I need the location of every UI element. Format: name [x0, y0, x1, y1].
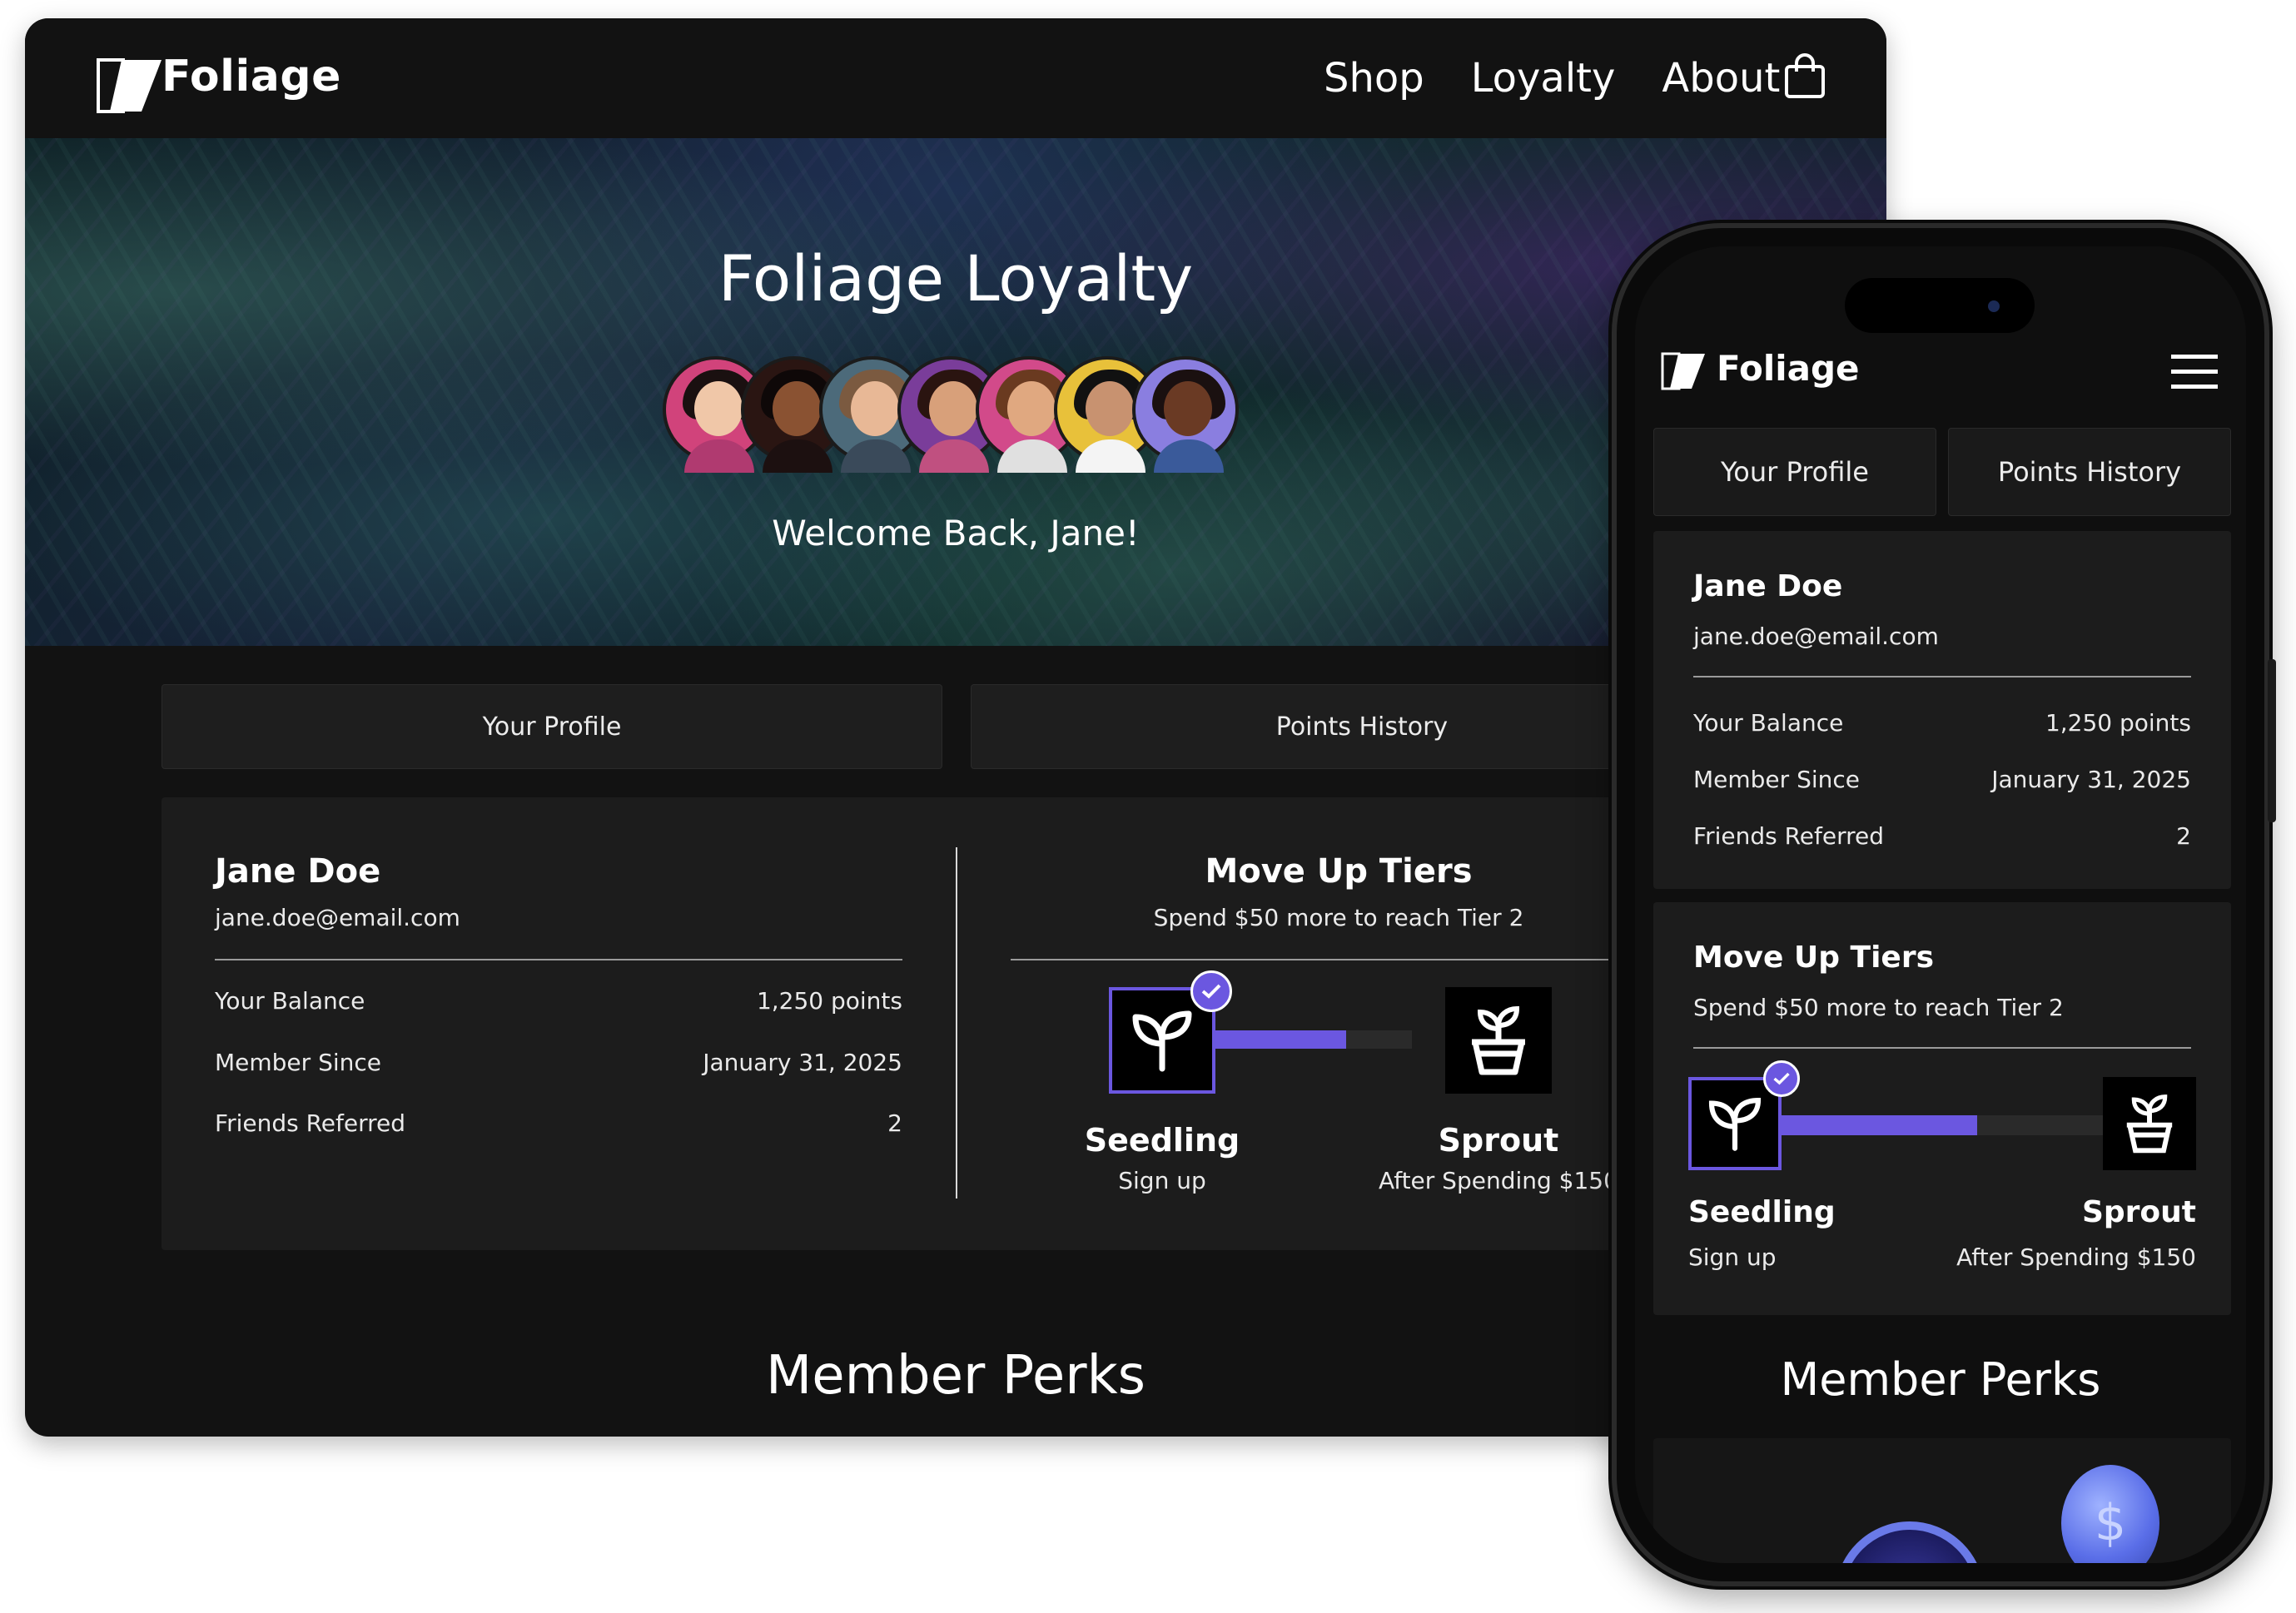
- tier-seedling-desc: Sign up: [1688, 1243, 1777, 1271]
- completed-check-icon: [1763, 1060, 1800, 1097]
- sprout-icon: [1708, 1097, 1762, 1151]
- nav-links: Shop Loyalty About: [1324, 55, 1780, 102]
- tab-your-profile[interactable]: Your Profile: [1653, 428, 1936, 516]
- dollar-coin-icon: $: [2061, 1465, 2159, 1563]
- tiers-card: Move Up Tiers Spend $50 more to reach Ti…: [1653, 902, 2231, 1315]
- balance-label: Your Balance: [215, 987, 365, 1015]
- tier-sprout-desc: After Spending $150: [1379, 1167, 1618, 1194]
- avatar: [1132, 356, 1239, 473]
- tier-progress-fill: [1778, 1115, 1977, 1135]
- balance-label: Your Balance: [1693, 709, 1844, 737]
- tab-your-profile[interactable]: Your Profile: [162, 684, 942, 769]
- sprout-icon: [1132, 1010, 1192, 1072]
- tier-sprout-desc: After Spending $150: [1956, 1243, 2196, 1271]
- profile-name: Jane Doe: [215, 852, 381, 891]
- member-since-value: January 31, 2025: [1991, 766, 2191, 793]
- shopping-bag-icon[interactable]: [1783, 53, 1826, 100]
- balance-value: 1,250 points: [2045, 709, 2191, 737]
- member-since-label: Member Since: [215, 1049, 381, 1076]
- tiers-title: Move Up Tiers: [1205, 852, 1473, 891]
- tier-sprout-badge: [1445, 987, 1552, 1094]
- member-perks-heading: Member Perks: [766, 1345, 1146, 1407]
- balance-value: 1,250 points: [756, 987, 902, 1015]
- tier-seedling-desc: Sign up: [1118, 1167, 1206, 1194]
- friends-referred-label: Friends Referred: [1693, 822, 1885, 850]
- tiers-subtitle: Spend $50 more to reach Tier 2: [1693, 994, 2064, 1021]
- profile-email: jane.doe@email.com: [1693, 623, 1939, 650]
- nav-link-about[interactable]: About: [1662, 55, 1780, 102]
- tab-points-history[interactable]: Points History: [1948, 428, 2231, 516]
- side-button: [2268, 659, 2276, 822]
- potted-plant-icon: [1472, 1005, 1525, 1075]
- divider: [215, 959, 902, 960]
- hero-banner: Foliage Loyalty Welcome Back, Jane!: [25, 138, 1886, 646]
- foliage-logo-icon: [1661, 352, 1705, 390]
- coin-graphic: [1835, 1521, 1985, 1563]
- tier-sprout-name: Sprout: [1438, 1122, 1559, 1159]
- tier-sprout-badge: [2103, 1077, 2196, 1170]
- hero-title: Foliage Loyalty: [718, 241, 1194, 315]
- member-since-value: January 31, 2025: [703, 1049, 902, 1076]
- foliage-logo-icon: [97, 58, 162, 113]
- tier-progress-fill: [1212, 1030, 1346, 1049]
- top-nav: Foliage Shop Loyalty About: [25, 18, 1886, 138]
- desktop-window: Foliage Shop Loyalty About Foliage Loyal…: [25, 18, 1886, 1437]
- brand-name[interactable]: Foliage: [1717, 348, 1860, 389]
- potted-plant-icon: [2126, 1094, 2173, 1154]
- tier-sprout-name: Sprout: [2081, 1195, 2196, 1229]
- welcome-message: Welcome Back, Jane!: [772, 513, 1140, 553]
- completed-check-icon: [1190, 970, 1232, 1012]
- profile-card: Jane Doe jane.doe@email.com Your Balance…: [1653, 531, 2231, 889]
- phone-frame: Foliage Your Profile Points History Jane…: [1612, 223, 2276, 1586]
- profile-name: Jane Doe: [1693, 569, 1843, 603]
- friends-referred-value: 2: [887, 1109, 902, 1137]
- tier-seedling-name: Seedling: [1688, 1195, 1836, 1229]
- nav-link-shop[interactable]: Shop: [1324, 55, 1424, 102]
- loyalty-card: Jane Doe jane.doe@email.com Your Balance…: [162, 797, 1768, 1250]
- divider: [1693, 676, 2191, 677]
- nav-link-loyalty[interactable]: Loyalty: [1471, 55, 1616, 102]
- divider: [1011, 959, 1610, 960]
- profile-email: jane.doe@email.com: [215, 904, 460, 931]
- hamburger-menu-icon[interactable]: [2171, 353, 2218, 391]
- tiers-subtitle: Spend $50 more to reach Tier 2: [1153, 904, 1524, 931]
- member-perks-heading: Member Perks: [1780, 1353, 2101, 1406]
- phone-screen: Foliage Your Profile Points History Jane…: [1635, 246, 2246, 1563]
- tier-seedling-name: Seedling: [1084, 1122, 1240, 1159]
- divider: [1693, 1047, 2191, 1049]
- member-since-label: Member Since: [1693, 766, 1860, 793]
- friends-referred-value: 2: [2176, 822, 2191, 850]
- friends-referred-label: Friends Referred: [215, 1109, 406, 1137]
- column-divider: [956, 847, 957, 1199]
- perks-image: $: [1653, 1438, 2231, 1563]
- tiers-title: Move Up Tiers: [1693, 941, 1935, 975]
- brand-name[interactable]: Foliage: [162, 52, 341, 102]
